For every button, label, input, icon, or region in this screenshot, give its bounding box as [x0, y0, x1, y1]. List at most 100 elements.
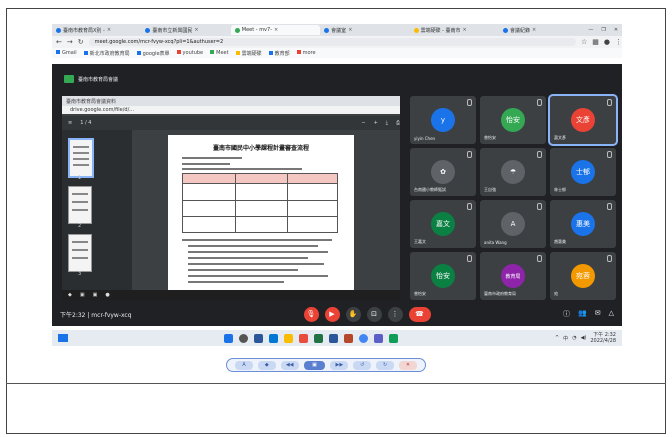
people-icon[interactable]: 👥: [578, 309, 587, 319]
participant-tile[interactable]: 怡安 曾怡安: [410, 252, 476, 300]
participant-tile[interactable]: ✿ 台南國小教師甄試: [410, 148, 476, 196]
mic-off-icon: [537, 151, 542, 158]
browser-tab[interactable]: 臺南市立新興國民 ×: [141, 25, 230, 35]
bookmark-icon: [296, 50, 301, 54]
browser-tab-active[interactable]: Meet - mv7- ×: [230, 25, 321, 35]
close-window-button[interactable]: ✕: [614, 27, 618, 33]
profile-icon[interactable]: ●: [604, 38, 610, 46]
avatar: 嘉文: [431, 212, 455, 236]
participant-tile[interactable]: 教育局 臺南市政府教育局: [480, 252, 546, 300]
minimize-button[interactable]: —: [588, 27, 593, 33]
browser-tab[interactable]: 臺南市教育局X別 - ×: [52, 25, 141, 35]
maximize-button[interactable]: ❐: [601, 27, 605, 33]
bookmark-item[interactable]: more: [296, 50, 316, 56]
present-button[interactable]: ⊡: [366, 306, 382, 322]
participant-tile[interactable]: 士郁 林士郁: [550, 148, 616, 196]
pan-tool-button[interactable]: ◆: [257, 360, 276, 370]
reload-icon[interactable]: ↻: [78, 38, 84, 46]
meet-icon[interactable]: [389, 333, 399, 343]
participant-tile[interactable]: 嘉文 王嘉文: [410, 200, 476, 248]
next-page-button[interactable]: ▶▶: [330, 360, 349, 370]
app-icon: ▣: [79, 292, 85, 298]
close-icon[interactable]: ×: [107, 27, 111, 33]
fit-page-button[interactable]: ▣: [303, 360, 326, 370]
bookmark-item[interactable]: 雲端硬碟: [235, 50, 262, 57]
bookmark-item[interactable]: Meet: [210, 50, 229, 56]
avatar: 怡安: [431, 264, 455, 288]
mic-off-icon: [467, 255, 472, 262]
bookmark-item[interactable]: Gmail: [56, 50, 77, 56]
zoom-out-icon: −: [361, 120, 366, 126]
system-clock[interactable]: 下午 2:32 2022/4/28: [590, 332, 616, 344]
ime-indicator[interactable]: 中: [563, 335, 568, 342]
powerpoint-icon[interactable]: [344, 333, 354, 343]
browser-tab[interactable]: 會議室 ×: [320, 25, 409, 35]
participant-tile[interactable]: Aanita Wang: [480, 200, 546, 248]
bookmark-item[interactable]: youtube: [176, 50, 203, 56]
back-icon[interactable]: ←: [56, 38, 62, 46]
edge-icon[interactable]: [269, 333, 279, 343]
system-tray: ^ 中 ◔ ◀) 下午 2:32 2022/4/28: [555, 332, 616, 344]
volume-icon[interactable]: ◀): [581, 335, 587, 341]
raise-hand-button[interactable]: ✋: [345, 306, 361, 322]
participant-tile[interactable]: 宛蓉宛: [550, 252, 616, 300]
prev-page-button[interactable]: ◀◀: [280, 360, 299, 370]
pdf-page: 臺南市國民中小學課程計畫審查流程: [168, 135, 354, 295]
mic-off-icon: [537, 203, 542, 210]
browser-tab[interactable]: 雲端硬碟 - 臺南市 ×: [410, 25, 499, 35]
participant-tile[interactable]: 文彥 蕭文彥: [548, 94, 618, 146]
app-icon[interactable]: [299, 333, 309, 343]
teams-icon[interactable]: [374, 333, 384, 343]
zoom-in-icon: +: [373, 120, 378, 126]
taskview-icon[interactable]: [254, 333, 264, 343]
end-call-button[interactable]: ☎: [408, 306, 431, 322]
browser-tab[interactable]: 會議紀錄 ×: [499, 25, 588, 35]
close-icon[interactable]: ×: [348, 27, 352, 33]
activities-icon[interactable]: △: [609, 309, 614, 319]
extensions-icon[interactable]: ▦: [592, 38, 599, 46]
camera-toggle-button[interactable]: ▶: [324, 306, 340, 322]
meeting-title: 臺南市教育局會議: [52, 74, 252, 84]
chat-icon[interactable]: ✉: [595, 309, 601, 319]
avatar: 惠美: [571, 212, 595, 236]
close-icon[interactable]: ×: [194, 27, 198, 33]
close-toolbar-button[interactable]: ✕: [399, 360, 417, 370]
explorer-icon[interactable]: [284, 333, 294, 343]
bookmark-icon: [268, 50, 273, 55]
start-icon[interactable]: [224, 333, 234, 343]
page-number: 1: [78, 175, 82, 181]
url-field[interactable]: meet.google.com/mcr-fvyw-xcq?pli=1&authu…: [88, 38, 576, 46]
rotate-right-button[interactable]: ↻: [376, 360, 395, 370]
star-icon[interactable]: ☆: [581, 38, 587, 46]
chrome-icon[interactable]: [359, 333, 369, 343]
word-icon[interactable]: [329, 333, 339, 343]
avatar: 士郁: [571, 160, 595, 184]
rotate-left-button[interactable]: ↺: [353, 360, 372, 370]
drive-icon: [235, 50, 240, 55]
app-icon: ●: [105, 292, 110, 298]
zoom-tool-button[interactable]: A: [235, 360, 253, 370]
menu-icon[interactable]: ⋮: [615, 38, 622, 46]
browser-tabstrip: 臺南市教育局X別 - × 臺南市立新興國民 × Meet - mv7- × 會議室 × …: [52, 24, 622, 36]
participant-tile[interactable]: ☂ 王自強: [480, 148, 546, 196]
bookmark-item[interactable]: google表單: [136, 50, 170, 57]
bookmark-icon: [83, 50, 88, 55]
participant-tile[interactable]: y yiyin Chen: [410, 96, 476, 144]
forward-icon[interactable]: →: [67, 38, 73, 46]
chevron-up-icon[interactable]: ^: [555, 335, 559, 341]
close-icon[interactable]: ×: [532, 27, 536, 33]
excel-icon[interactable]: [314, 333, 324, 343]
close-icon[interactable]: ×: [463, 27, 467, 33]
info-icon[interactable]: ⓘ: [563, 309, 570, 319]
participant-tile[interactable]: 怡安 曾怡安: [480, 96, 546, 144]
bookmark-item[interactable]: 教育部: [268, 50, 290, 57]
more-options-button[interactable]: ⋮: [387, 306, 403, 322]
page-thumbnail: [68, 234, 92, 272]
wifi-icon[interactable]: ◔: [572, 335, 576, 341]
mic-toggle-button[interactable]: 🎙: [303, 306, 319, 322]
close-icon[interactable]: ×: [274, 27, 278, 33]
participant-tile[interactable]: 惠美 趙惠美: [550, 200, 616, 248]
bookmark-item[interactable]: 新北市政府教育局: [83, 50, 130, 57]
widgets-icon[interactable]: [58, 334, 68, 342]
search-icon[interactable]: [239, 333, 249, 343]
